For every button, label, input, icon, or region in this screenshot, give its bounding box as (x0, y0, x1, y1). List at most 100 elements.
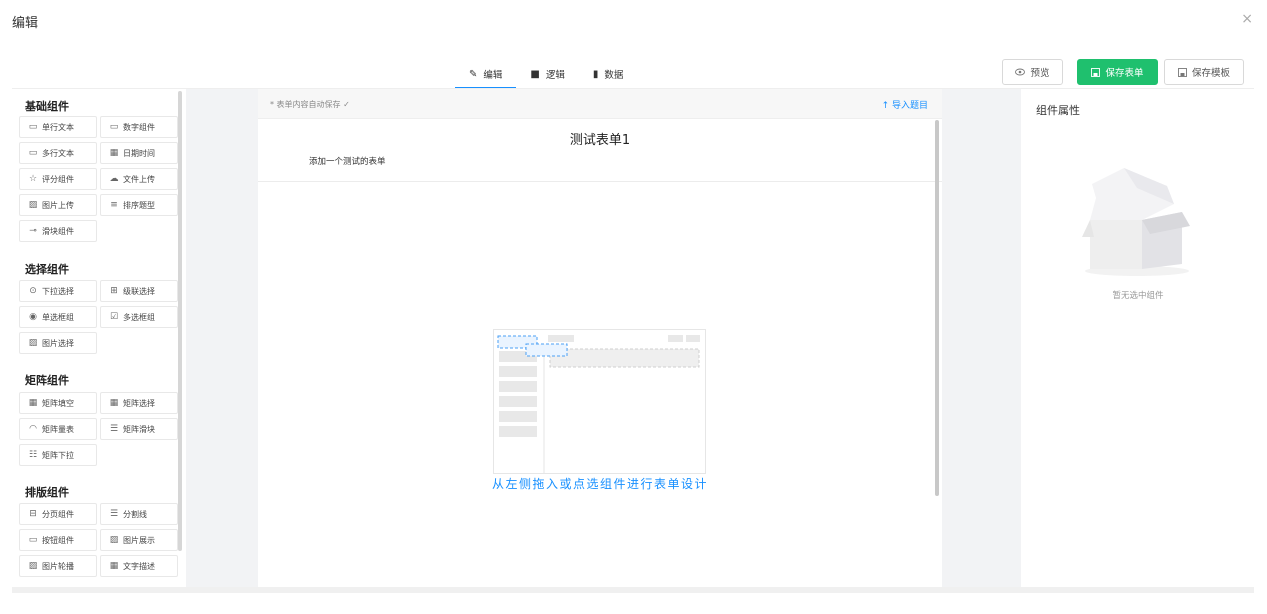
palette-item-label: 图片选择 (42, 338, 74, 348)
image-select-icon: ▨ (28, 338, 38, 348)
matrix-select-icon: ▦ (109, 398, 119, 408)
pagination-icon: ⊟ (29, 509, 37, 519)
form-canvas[interactable]: * 表单内容自动保存 ✓ ↑ 导入题目 测试表单1 添加一个测试的表单 从左侧拖… (258, 89, 942, 587)
tab-logic[interactable]: ■ 逻辑 (516, 60, 578, 88)
slider-icon: ⊸ (29, 226, 37, 236)
save-template-button[interactable]: 保存模板 (1164, 59, 1244, 85)
group-title-matrix: 矩阵组件 (25, 374, 69, 387)
palette-item-label: 排序题型 (123, 200, 155, 210)
palette-scrollbar[interactable] (178, 91, 182, 551)
palette-item-label: 多选框组 (123, 312, 155, 322)
eye-icon (1015, 68, 1026, 76)
palette-item[interactable]: ☰ 分割线 (100, 503, 178, 525)
palette-item[interactable]: ▦ 文字描述 (100, 555, 178, 577)
pencil-icon: ✎ (469, 68, 478, 80)
palette-item[interactable]: ☑ 多选框组 (100, 306, 178, 328)
palette-item[interactable]: ▨ 图片轮播 (19, 555, 97, 577)
palette-item[interactable]: ▨ 图片上传 (19, 194, 97, 216)
input-icon: ▭ (28, 122, 38, 132)
palette-item-label: 滑块组件 (42, 226, 74, 236)
palette-item[interactable]: ⊸ 滑块组件 (19, 220, 97, 242)
preview-label: 预览 (1030, 68, 1050, 79)
palette-item[interactable]: ⊟ 分页组件 (19, 503, 97, 525)
import-questions-link[interactable]: ↑ 导入题目 (882, 98, 928, 111)
palette-item-label: 数字组件 (123, 122, 155, 132)
palette-item-label: 下拉选择 (42, 286, 74, 296)
palette-item-label: 图片轮播 (42, 561, 74, 571)
palette-item-label: 文件上传 (123, 174, 155, 184)
save-form-button[interactable]: 保存表单 (1077, 59, 1158, 85)
number-icon: ▭ (109, 122, 119, 132)
carousel-icon: ▨ (28, 561, 38, 571)
palette-item-label: 分割线 (123, 509, 147, 519)
palette-item[interactable]: ☁ 文件上传 (100, 168, 178, 190)
matrix-fill-icon: ▦ (28, 398, 38, 408)
no-selection-text: 暂无选中组件 (1112, 291, 1164, 301)
group-title-basic: 基础组件 (25, 100, 69, 113)
palette-item[interactable]: ◉ 单选框组 (19, 306, 97, 328)
palette-item-label: 矩阵下拉 (42, 450, 74, 460)
mode-tabs: ✎ 编辑 ■ 逻辑 ▮ 数据 (455, 60, 638, 89)
palette-item-label: 级联选择 (123, 286, 155, 296)
palette-item[interactable]: ⊙ 下拉选择 (19, 280, 97, 302)
palette-item[interactable]: ▭ 多行文本 (19, 142, 97, 164)
properties-title: 组件属性 (1036, 104, 1080, 117)
horizontal-scrollbar[interactable] (12, 587, 1254, 593)
button-icon: ▭ (28, 535, 38, 545)
calendar-icon: ▦ (109, 148, 119, 158)
matrix-slider-icon: ☰ (109, 424, 119, 434)
palette-item-label: 图片展示 (123, 535, 155, 545)
palette-item[interactable]: ≡ 排序题型 (100, 194, 178, 216)
form-canvas-header: * 表单内容自动保存 ✓ ↑ 导入题目 (258, 89, 942, 119)
tab-edit[interactable]: ✎ 编辑 (455, 60, 517, 89)
image-icon: ▨ (28, 200, 38, 210)
empty-box-icon (1082, 168, 1190, 276)
palette-item-label: 矩阵量表 (42, 424, 74, 434)
palette-item-label: 日期时间 (123, 148, 155, 158)
palette-item-label: 按钮组件 (42, 535, 74, 545)
canvas-scrollbar[interactable] (935, 120, 939, 496)
palette-item-label: 图片上传 (42, 200, 74, 210)
palette-item[interactable]: ◠ 矩阵量表 (19, 418, 97, 440)
palette-item[interactable]: ▦ 矩阵选择 (100, 392, 178, 414)
textarea-icon: ▭ (28, 148, 38, 158)
form-title[interactable]: 测试表单1 (258, 129, 942, 148)
palette-item[interactable]: ▭ 单行文本 (19, 116, 97, 138)
close-icon[interactable]: × (1241, 11, 1253, 27)
palette-item-label: 多行文本 (42, 148, 74, 158)
palette-item[interactable]: ⊞ 级联选择 (100, 280, 178, 302)
star-icon: ☆ (28, 174, 38, 184)
palette-item-label: 单行文本 (42, 122, 74, 132)
palette-item[interactable]: ▨ 图片展示 (100, 529, 178, 551)
template-icon (1178, 67, 1187, 77)
palette-item-label: 文字描述 (123, 561, 155, 571)
tab-logic-label: 逻辑 (545, 70, 565, 81)
dialog-title: 编辑 (12, 16, 39, 31)
palette-item[interactable]: ▭ 数字组件 (100, 116, 178, 138)
palette-item[interactable]: ▭ 按钮组件 (19, 529, 97, 551)
cascade-icon: ⊞ (110, 286, 118, 296)
form-description[interactable]: 添加一个测试的表单 (309, 155, 386, 167)
sort-icon: ≡ (110, 200, 118, 210)
palette-item[interactable]: ▨ 图片选择 (19, 332, 97, 354)
palette-item[interactable]: ☷ 矩阵下拉 (19, 444, 97, 466)
tab-data[interactable]: ▮ 数据 (579, 60, 638, 88)
properties-panel: 组件属性 暂无选中组件 (1022, 89, 1254, 587)
palette-item[interactable]: ▦ 矩阵填空 (19, 392, 97, 414)
palette-item-label: 评分组件 (42, 174, 74, 184)
group-title-layout: 排版组件 (25, 486, 69, 499)
grid-icon: ■ (530, 68, 540, 80)
palette-item[interactable]: ▦ 日期时间 (100, 142, 178, 164)
text-desc-icon: ▦ (109, 561, 119, 571)
palette-item-label: 单选框组 (42, 312, 74, 322)
preview-button[interactable]: 预览 (1002, 59, 1063, 85)
drag-illustration (493, 329, 706, 474)
checkbox-icon: ☑ (109, 312, 119, 322)
palette-item-label: 矩阵填空 (42, 398, 74, 408)
save-icon (1091, 67, 1101, 77)
palette-item[interactable]: ☰ 矩阵滑块 (100, 418, 178, 440)
palette-item[interactable]: ☆ 评分组件 (19, 168, 97, 190)
component-palette: 基础组件 ▭ 单行文本 ▭ 数字组件 ▭ 多行文本 ▦ 日期时间 ☆ 评分组件 ☁ 文件上传… (12, 89, 185, 587)
dialog-header: 编辑 × (0, 0, 1267, 44)
dropdown-icon: ⊙ (29, 286, 37, 296)
